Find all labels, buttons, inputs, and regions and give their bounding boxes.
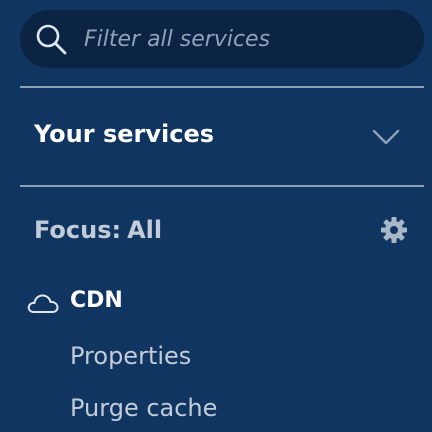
focus-label: Focus: All [34,216,162,244]
chevron-down-icon[interactable] [372,128,400,146]
focus-row: Focus: All [20,206,424,258]
nav-item-purge-cache[interactable]: Purge cache [70,386,217,430]
service-group-title: CDN [70,288,123,313]
section-title: Your services [34,120,214,148]
focus-value[interactable]: All [127,216,162,244]
search-input[interactable] [84,19,404,59]
service-group-cdn[interactable]: CDN [26,282,424,326]
search-box[interactable] [20,10,424,68]
search-icon [36,24,67,55]
focus-label-text: Focus: [34,216,122,244]
nav-item-properties[interactable]: Properties [70,334,191,378]
your-services-header[interactable]: Your services [20,106,424,170]
cloud-icon [27,294,59,313]
services-nav-panel: Your services Focus:All CDN [0,0,432,432]
divider [20,185,424,187]
gear-icon[interactable] [380,216,408,244]
divider [20,86,424,88]
